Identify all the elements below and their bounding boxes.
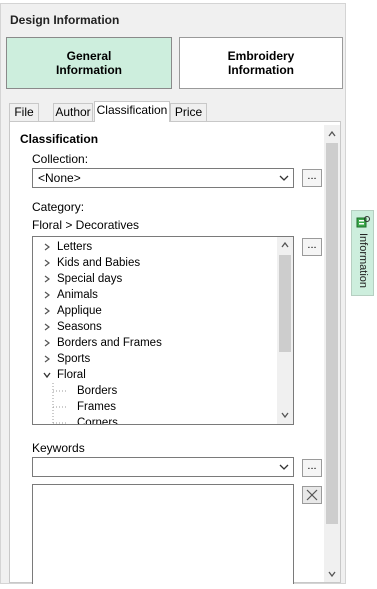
keywords-list[interactable]: [32, 484, 294, 584]
tree-scrollbar[interactable]: [277, 237, 293, 424]
collection-dropdown[interactable]: <None>: [32, 168, 294, 188]
chevron-down-icon: [279, 464, 289, 470]
category-path: Floral > Decoratives: [32, 218, 140, 232]
clear-keywords-button[interactable]: [302, 486, 322, 504]
chevron-right-icon[interactable]: [43, 339, 51, 347]
embroidery-information-button[interactable]: Embroidery Information: [179, 37, 343, 89]
info-panel-icon: [356, 216, 370, 228]
close-icon: [306, 489, 318, 501]
panel-title: Design Information: [10, 13, 120, 27]
scroll-down-icon[interactable]: [328, 571, 336, 577]
tab-author[interactable]: Author: [53, 103, 93, 121]
scroll-up-icon[interactable]: [281, 242, 289, 248]
side-tab-information[interactable]: Information: [351, 210, 374, 296]
panel-scrollbar[interactable]: [324, 125, 340, 582]
tree-child-item[interactable]: Frames: [77, 399, 116, 415]
classification-tab-body: Classification Collection: <None> ... Ca…: [9, 121, 341, 584]
keywords-dropdown[interactable]: [32, 457, 294, 477]
keywords-label: Keywords: [32, 441, 85, 455]
category-label: Category:: [32, 200, 85, 214]
tree-child-item[interactable]: Borders: [77, 383, 117, 399]
chevron-right-icon[interactable]: [43, 323, 51, 331]
collection-browse-button[interactable]: ...: [302, 169, 322, 187]
panel-scroll-thumb[interactable]: [326, 143, 338, 524]
general-information-button[interactable]: General Information: [6, 37, 172, 89]
tab-classification[interactable]: Classification: [94, 101, 170, 122]
keywords-add-button[interactable]: ...: [302, 459, 322, 477]
category-tree[interactable]: Letters Kids and Babies Special days Ani…: [32, 236, 294, 425]
collection-value: <None>: [38, 171, 81, 185]
chevron-down-icon: [279, 175, 289, 181]
design-information-panel: Design Information General Information E…: [0, 3, 346, 584]
tree-connector-lines: [52, 383, 67, 424]
chevron-right-icon[interactable]: [43, 275, 51, 283]
tab-price[interactable]: Price: [170, 103, 207, 121]
category-browse-button[interactable]: ...: [302, 238, 322, 256]
scroll-down-icon[interactable]: [281, 412, 289, 418]
chevron-right-icon[interactable]: [43, 243, 51, 251]
chevron-right-icon[interactable]: [43, 291, 51, 299]
chevron-right-icon[interactable]: [43, 355, 51, 363]
tab-file[interactable]: File: [9, 103, 39, 121]
chevron-down-icon[interactable]: [43, 371, 51, 379]
scroll-up-icon[interactable]: [328, 131, 336, 137]
tree-child-item[interactable]: Corners: [77, 415, 118, 424]
side-tab-label: Information: [357, 233, 369, 289]
collection-label: Collection:: [32, 152, 89, 166]
chevron-right-icon[interactable]: [43, 307, 51, 315]
tree-scroll-thumb[interactable]: [279, 255, 291, 352]
section-title: Classification: [20, 132, 99, 146]
chevron-right-icon[interactable]: [43, 259, 51, 267]
